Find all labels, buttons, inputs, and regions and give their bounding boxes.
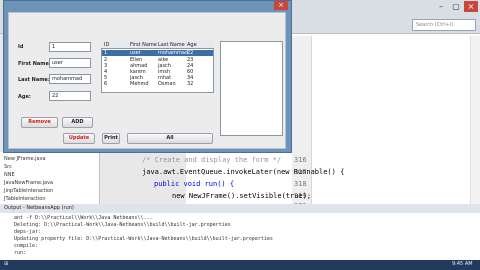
column-header-age[interactable]: Age [187, 42, 197, 48]
update-button[interactable]: Update [63, 133, 95, 144]
table-cell[interactable]: Osman [158, 81, 176, 87]
desktop: Search (Ctrl+I) – ▢ × 316 317 318 319 32… [0, 0, 480, 270]
column-header-first-name[interactable]: First Name [130, 42, 157, 48]
id-label: Id [18, 44, 24, 50]
print-text-area[interactable] [220, 41, 283, 136]
taskbar [0, 260, 480, 270]
code-line: new NewJFrame().setVisible(true); [172, 192, 312, 200]
all-button[interactable]: All [127, 133, 213, 144]
add-button[interactable]: ADD [62, 117, 93, 128]
ide-search-input[interactable]: Search (Ctrl+I) [412, 19, 476, 31]
table-cell[interactable]: Mehmd [130, 81, 149, 87]
minimize-icon[interactable]: – [434, 1, 448, 12]
table-cell[interactable]: 1 [104, 50, 107, 56]
line-number-gutter [292, 36, 312, 204]
column-header-id[interactable]: ID [104, 42, 109, 48]
line-number: 316 [294, 156, 307, 164]
close-icon[interactable]: × [464, 1, 478, 12]
age-field[interactable]: 22 [49, 91, 91, 101]
table-cell[interactable]: 22 [187, 50, 193, 56]
maximize-icon[interactable]: ▢ [449, 1, 463, 12]
last-name-field[interactable]: mohammad [49, 74, 91, 84]
table-cell[interactable]: user [130, 50, 141, 56]
start-icon[interactable]: ⊞ [4, 261, 8, 267]
output-line: Updating property file: D:\\Practical-Wo… [14, 236, 273, 242]
remove-button[interactable]: Remove [21, 117, 58, 128]
age-label: Age: [18, 94, 31, 100]
line-number: 318 [294, 180, 307, 188]
output-line: ant -f D:\\Practical\\Work\\Java Netbean… [14, 215, 153, 221]
first-name-field[interactable]: user [49, 58, 91, 68]
id-field[interactable]: 1 [49, 42, 91, 52]
navigator-item[interactable]: New JFrame.java [4, 156, 46, 162]
navigator-item[interactable]: Src [4, 164, 12, 170]
output-line: Deleting: D:\\Practical-Work\\Java-Netbe… [14, 222, 231, 228]
taskbar-clock: 9:45 AM [452, 261, 473, 267]
navigator-item[interactable]: JavaNewFrame.java [4, 180, 53, 186]
table-cell[interactable]: 6 [104, 81, 107, 87]
output-tab[interactable]: Output - NetbeansApp (run) [0, 204, 480, 213]
navigator-item[interactable]: JTableInteraction [4, 196, 46, 202]
print-button[interactable]: Print [102, 133, 120, 144]
frame-close-icon[interactable]: × [274, 1, 288, 10]
code-line: /* Create and display the form */ [142, 156, 282, 164]
table-cell[interactable]: 32 [187, 81, 193, 87]
code-line: public void run() { [154, 180, 235, 188]
table-cell[interactable]: mohammad [158, 50, 188, 56]
editor-scrollbar[interactable] [470, 36, 480, 204]
first-name-label: First Name: [18, 61, 51, 67]
navigator-item[interactable]: NNE [4, 172, 15, 178]
navigator-item[interactable]: JinpTableInteraction [4, 188, 53, 194]
output-line: compile: [14, 243, 39, 249]
output-line: run: [14, 250, 27, 256]
column-header-last-name[interactable]: Last Name [158, 42, 185, 48]
last-name-label: Last Name: [18, 77, 50, 83]
code-line: java.awt.EventQueue.invokeLater(new Runn… [142, 168, 345, 176]
output-line: deps-jar: [14, 229, 42, 235]
